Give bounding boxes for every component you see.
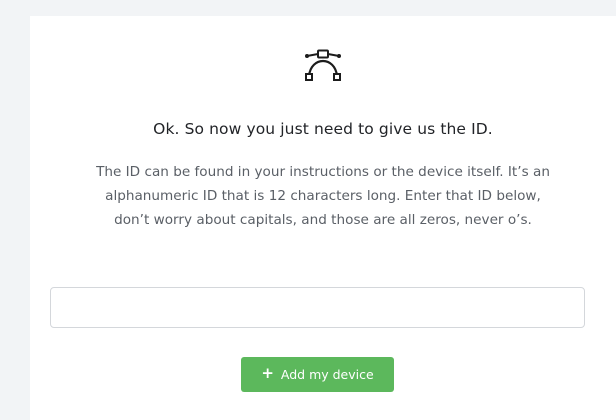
icon-container — [30, 44, 616, 88]
bezier-curve-icon — [305, 49, 341, 81]
device-id-input[interactable] — [50, 287, 585, 328]
instructions-line: alphanumeric ID that is 12 characters lo… — [105, 188, 541, 204]
add-device-button-label: Add my device — [280, 367, 374, 382]
instructions-line: don’t worry about capitals, and those ar… — [114, 212, 532, 228]
instructions-line: The ID can be found in your instructions… — [96, 164, 550, 180]
add-device-button[interactable]: + Add my device — [241, 357, 394, 392]
headline: Ok. So now you just need to give us the … — [153, 120, 493, 138]
instructions-text: The ID can be found in your instructions… — [30, 160, 616, 232]
add-device-card: Ok. So now you just need to give us the … — [30, 16, 616, 420]
plus-icon: + — [261, 364, 274, 382]
